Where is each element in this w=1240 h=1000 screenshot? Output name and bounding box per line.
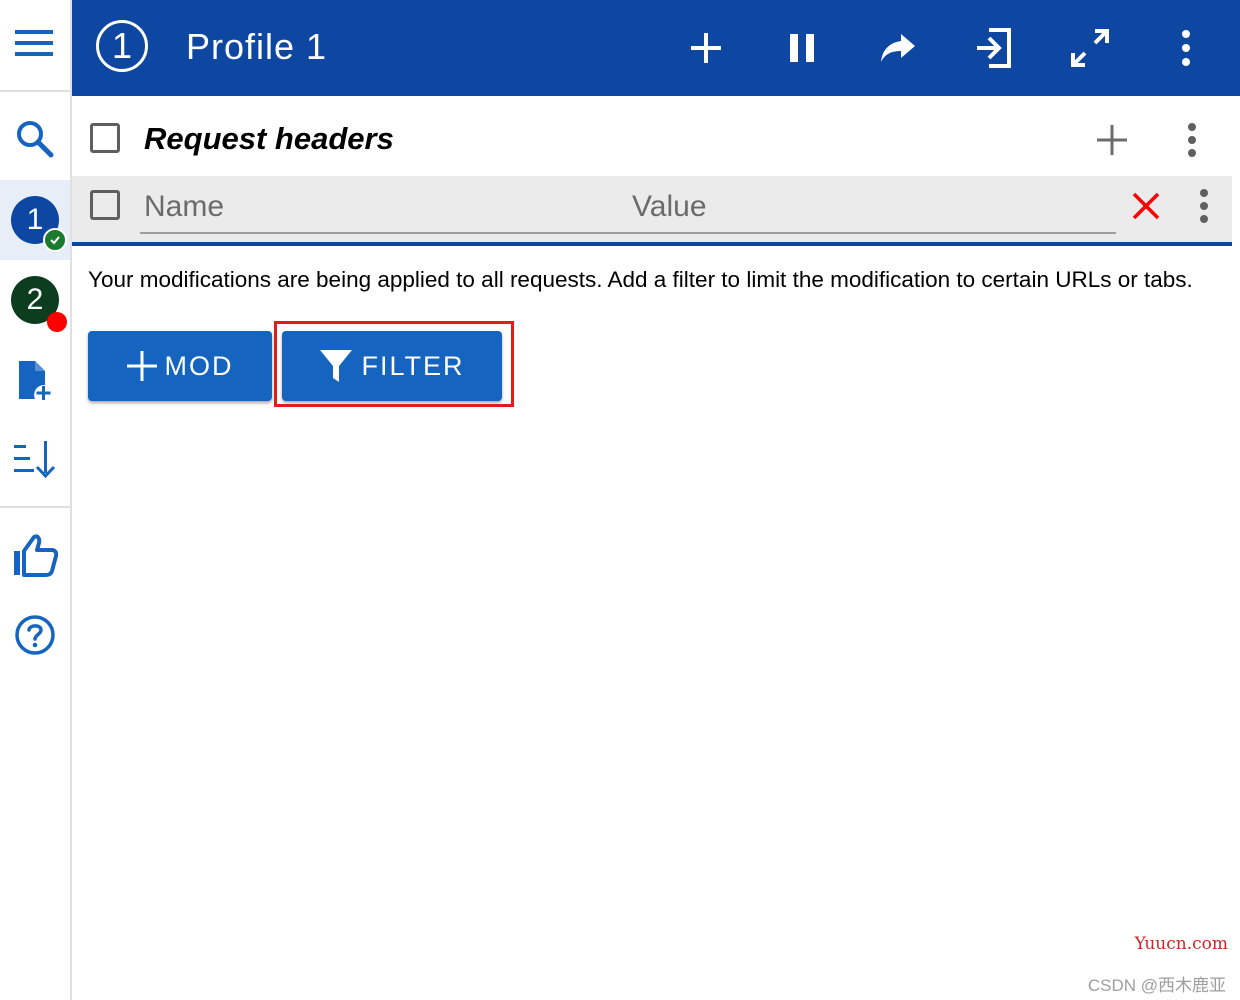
author-watermark: CSDN @西木鹿亚 <box>1087 976 1226 995</box>
header-row: Name Value <box>72 176 1232 246</box>
header-name-input[interactable]: Name <box>140 176 624 234</box>
plus-icon <box>126 351 157 381</box>
sidebar-profile-2[interactable]: 2 <box>0 260 70 340</box>
more-vert-icon <box>1182 30 1190 66</box>
sidebar-divider <box>0 90 70 92</box>
section-title: Request headers <box>144 121 394 156</box>
highlight-box <box>274 321 514 407</box>
sort-button[interactable] <box>0 432 70 486</box>
help-icon <box>15 615 55 655</box>
search-icon <box>17 121 54 158</box>
profile-badge: 1 <box>96 20 148 72</box>
info-message: Your modifications are being applied to … <box>88 267 1193 292</box>
plus-icon <box>691 33 721 63</box>
more-menu-button[interactable] <box>1162 24 1210 72</box>
share-arrow-icon <box>881 34 915 62</box>
help-button[interactable] <box>0 608 70 662</box>
search-button[interactable] <box>0 112 70 166</box>
profile-title[interactable]: Profile 1 <box>186 26 327 68</box>
fullscreen-button[interactable] <box>1066 24 1114 72</box>
menu-button[interactable] <box>0 18 70 68</box>
sort-icon <box>14 441 56 479</box>
rate-button[interactable] <box>0 528 70 582</box>
active-check-icon <box>43 228 67 252</box>
add-file-icon <box>19 361 51 400</box>
site-watermark: Yuucn.com <box>1134 934 1228 954</box>
login-icon <box>977 28 1011 68</box>
thumbs-up-icon <box>14 534 58 577</box>
expand-icon <box>1071 29 1109 67</box>
more-vert-icon <box>1200 189 1208 223</box>
row-checkbox[interactable] <box>90 190 120 220</box>
paused-dot-icon <box>47 312 67 332</box>
pause-icon <box>790 34 814 62</box>
add-mod-label: MOD <box>164 350 234 381</box>
profile-badge-number: 1 <box>111 25 133 66</box>
sidebar: 1 2 <box>0 0 72 1000</box>
profile-2-avatar: 2 <box>11 276 67 332</box>
row-more-button[interactable] <box>1188 186 1220 226</box>
profile-1-number: 1 <box>26 203 44 236</box>
sidebar-divider <box>0 506 70 508</box>
section-more-button[interactable] <box>1176 120 1208 160</box>
sidebar-profile-1[interactable]: 1 <box>0 180 70 260</box>
plus-icon <box>1097 125 1127 155</box>
more-vert-icon <box>1188 123 1196 157</box>
import-button[interactable] <box>970 24 1018 72</box>
add-button[interactable] <box>682 24 730 72</box>
add-profile-button[interactable] <box>0 354 70 408</box>
menu-icon <box>15 30 53 56</box>
add-header-button[interactable] <box>1092 120 1132 160</box>
add-mod-button[interactable]: MOD <box>88 331 272 401</box>
profile-1-avatar: 1 <box>11 196 67 252</box>
header-value-input[interactable]: Value <box>624 176 1116 234</box>
share-button[interactable] <box>874 24 922 72</box>
remove-header-button[interactable] <box>1128 188 1164 224</box>
profile-2-number: 2 <box>26 283 44 316</box>
top-app-bar: 1 Profile 1 <box>72 0 1240 96</box>
pause-button[interactable] <box>778 24 826 72</box>
close-icon <box>1132 192 1160 220</box>
section-checkbox[interactable] <box>90 123 120 153</box>
